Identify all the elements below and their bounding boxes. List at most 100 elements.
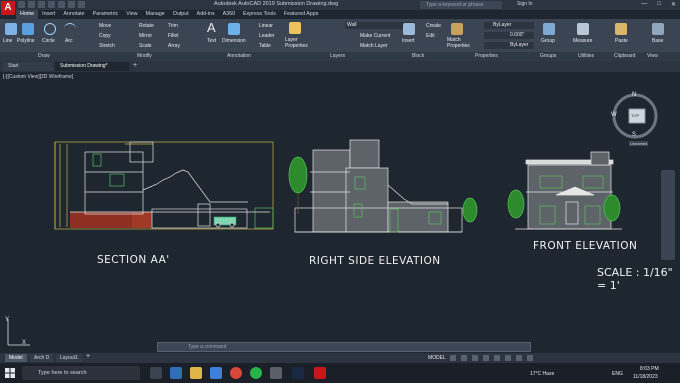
clock-time[interactable]: 8:03 PM bbox=[640, 366, 659, 372]
autocad-logo[interactable]: A bbox=[1, 1, 15, 15]
text-button[interactable]: Text bbox=[207, 38, 216, 44]
maximize-icon[interactable]: □ bbox=[657, 1, 661, 8]
match-layer-button[interactable]: Match Layer bbox=[360, 43, 388, 49]
layer-properties-icon[interactable] bbox=[289, 22, 301, 34]
model-space-button[interactable]: MODEL bbox=[428, 355, 446, 361]
tab-a360[interactable]: A360 bbox=[219, 10, 239, 19]
insert-block-icon[interactable] bbox=[403, 23, 415, 35]
circle-button[interactable]: Circle bbox=[42, 38, 55, 44]
save-as-icon[interactable] bbox=[48, 1, 55, 8]
viewcube-south[interactable]: S bbox=[632, 132, 636, 138]
lineweight-dropdown[interactable]: 0.000" bbox=[484, 32, 534, 39]
autocad-taskbar-icon[interactable] bbox=[314, 367, 326, 379]
copy-button[interactable]: Copy bbox=[99, 33, 111, 39]
move-button[interactable]: Move bbox=[99, 23, 111, 29]
tab-featured-apps[interactable]: Featured Apps bbox=[280, 10, 322, 19]
plot-icon[interactable] bbox=[58, 1, 65, 8]
panel-block[interactable]: Block bbox=[412, 53, 424, 59]
rotate-button[interactable]: Rotate bbox=[139, 23, 154, 29]
paste-button[interactable]: Paste bbox=[615, 38, 628, 44]
snap-icon[interactable] bbox=[461, 355, 467, 361]
match-properties-button[interactable]: Match Properties bbox=[447, 37, 470, 49]
new-icon[interactable] bbox=[18, 1, 25, 8]
tab-express-tools[interactable]: Express Tools bbox=[239, 10, 280, 19]
base-button[interactable]: Base bbox=[652, 38, 663, 44]
viewcube[interactable]: N S W TOP Unnamed bbox=[610, 91, 660, 146]
group-button[interactable]: Group bbox=[541, 38, 555, 44]
new-tab-icon[interactable]: + bbox=[133, 62, 137, 69]
measure-button[interactable]: Measure bbox=[573, 38, 592, 44]
base-view-icon[interactable] bbox=[652, 23, 664, 35]
panel-properties[interactable]: Properties bbox=[475, 53, 498, 59]
windows-start-icon[interactable] bbox=[5, 368, 15, 378]
photoshop-icon[interactable] bbox=[292, 367, 304, 379]
tab-output[interactable]: Output bbox=[169, 10, 193, 19]
color-dropdown[interactable]: ByLayer bbox=[484, 22, 534, 29]
add-layout-icon[interactable]: + bbox=[86, 353, 90, 360]
table-button[interactable]: Table bbox=[259, 43, 271, 49]
minimize-icon[interactable]: — bbox=[641, 1, 647, 8]
mail-icon[interactable] bbox=[210, 367, 222, 379]
tab-view[interactable]: View bbox=[122, 10, 141, 19]
dimension-button[interactable]: Dimension bbox=[222, 38, 246, 44]
edit-button[interactable]: Edit bbox=[426, 33, 435, 39]
tab-layout1[interactable]: Layout1 bbox=[56, 354, 82, 362]
osnap-icon[interactable] bbox=[494, 355, 500, 361]
layer-properties-button[interactable]: Layer Properties bbox=[285, 37, 311, 49]
tab-submission-drawing[interactable]: Submission Drawing* bbox=[55, 62, 129, 71]
keyword-search-input[interactable]: Type a keyword or phrase bbox=[420, 1, 502, 9]
panel-groups[interactable]: Groups bbox=[540, 53, 556, 59]
tab-annotate[interactable]: Annotate bbox=[59, 10, 88, 19]
tab-arch-d[interactable]: Arch D bbox=[30, 354, 54, 362]
fillet-button[interactable]: Fillet bbox=[168, 33, 179, 39]
tab-home[interactable]: Home bbox=[16, 10, 39, 19]
customization-icon[interactable] bbox=[527, 355, 533, 361]
stretch-button[interactable]: Stretch bbox=[99, 43, 115, 49]
whatsapp-icon[interactable] bbox=[250, 367, 262, 379]
mirror-button[interactable]: Mirror bbox=[139, 33, 152, 39]
trim-button[interactable]: Trim bbox=[168, 23, 178, 29]
tab-parametric[interactable]: Parametric bbox=[89, 10, 123, 19]
wcs-menu[interactable]: Unnamed bbox=[629, 141, 649, 146]
line-icon[interactable] bbox=[5, 23, 17, 35]
annotation-scale-icon[interactable] bbox=[505, 355, 511, 361]
match-properties-icon[interactable] bbox=[451, 23, 463, 35]
make-current-button[interactable]: Make Current bbox=[360, 33, 390, 39]
clock-date[interactable]: 11/18/2023 bbox=[633, 374, 658, 380]
tab-model[interactable]: Model bbox=[5, 354, 27, 362]
create-button[interactable]: Create bbox=[426, 23, 441, 29]
viewcube-north[interactable]: N bbox=[632, 92, 636, 98]
taskbar-search-input[interactable]: Type here to search bbox=[22, 366, 140, 380]
panel-layers[interactable]: Layers bbox=[330, 53, 345, 59]
polyline-icon[interactable] bbox=[22, 23, 34, 35]
panel-clipboard[interactable]: Clipboard bbox=[614, 53, 635, 59]
dimension-icon[interactable] bbox=[228, 23, 240, 35]
panel-annotation[interactable]: Annotation bbox=[227, 53, 251, 59]
leader-button[interactable]: Leader bbox=[259, 33, 275, 39]
undo-icon[interactable] bbox=[68, 1, 75, 8]
tab-insert[interactable]: Insert bbox=[38, 10, 59, 19]
workspace-icon[interactable] bbox=[516, 355, 522, 361]
polyline-button[interactable]: Polyline bbox=[17, 38, 35, 44]
panel-modify[interactable]: Modify bbox=[137, 53, 152, 59]
viewcube-top-face[interactable]: TOP bbox=[631, 113, 639, 118]
language-indicator[interactable]: ENG bbox=[612, 371, 623, 377]
text-icon[interactable]: A bbox=[207, 21, 219, 34]
ortho-icon[interactable] bbox=[472, 355, 478, 361]
grid-icon[interactable] bbox=[450, 355, 456, 361]
viewcube-west[interactable]: W bbox=[611, 112, 617, 118]
navigation-bar[interactable] bbox=[661, 170, 675, 260]
linear-button[interactable]: Linear bbox=[259, 23, 273, 29]
close-icon[interactable]: ✕ bbox=[671, 1, 676, 8]
tab-start[interactable]: Start bbox=[3, 62, 53, 71]
weather-text[interactable]: 17°C Haze bbox=[530, 371, 554, 377]
command-line-input[interactable]: Type a command bbox=[157, 342, 531, 352]
panel-utilities[interactable]: Utilities bbox=[578, 53, 594, 59]
save-icon[interactable] bbox=[38, 1, 45, 8]
linetype-dropdown[interactable]: ByLayer bbox=[484, 42, 534, 49]
tab-add-ins[interactable]: Add-ins bbox=[193, 10, 219, 19]
insert-button[interactable]: Insert bbox=[402, 38, 415, 44]
chrome-icon[interactable] bbox=[230, 367, 242, 379]
sign-in-link[interactable]: Sign In bbox=[517, 1, 533, 7]
arc-icon[interactable] bbox=[64, 23, 76, 35]
